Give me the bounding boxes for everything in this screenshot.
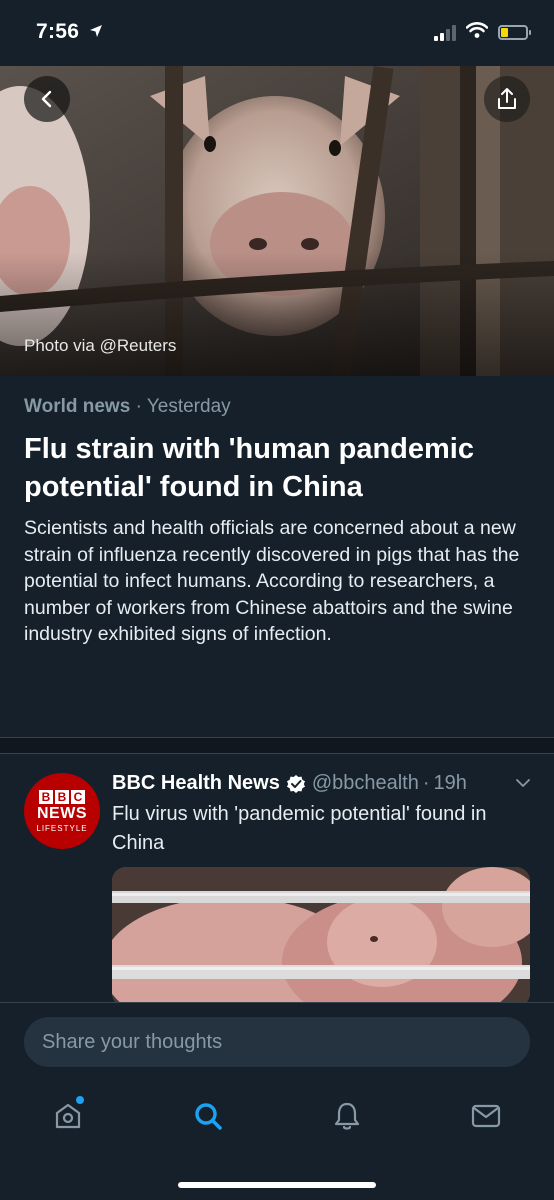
tweet-handle[interactable]: @bbchealth bbox=[312, 772, 419, 795]
avatar[interactable]: B B C NEWS LIFESTYLE bbox=[24, 773, 100, 849]
home-icon bbox=[55, 1103, 81, 1129]
avatar-lifestyle-text: LIFESTYLE bbox=[36, 823, 88, 833]
home-indicator bbox=[178, 1182, 376, 1188]
photo-credit: Photo via @Reuters bbox=[24, 336, 177, 355]
verified-badge-icon bbox=[286, 774, 306, 794]
composer-bar: Share your thoughts bbox=[0, 1002, 554, 1082]
tweet-header: BBC Health News @bbchealth · 19h bbox=[112, 772, 532, 795]
tweet-author-name[interactable]: BBC Health News bbox=[112, 772, 280, 795]
article-category[interactable]: World news bbox=[24, 396, 130, 417]
meta-separator: · bbox=[135, 396, 142, 417]
share-button[interactable] bbox=[484, 76, 530, 122]
bbc-letter: B bbox=[39, 789, 53, 804]
bbc-letter: C bbox=[71, 789, 85, 804]
tweet-time[interactable]: 19h bbox=[434, 772, 467, 795]
pigs-photo bbox=[112, 867, 530, 1004]
search-icon bbox=[195, 1103, 222, 1130]
tweet-separator: · bbox=[422, 772, 430, 794]
bbc-letter: B bbox=[55, 789, 69, 804]
tweet-card[interactable]: B B C NEWS LIFESTYLE BBC Health News @bb… bbox=[0, 754, 554, 1004]
status-bar: 7:56 bbox=[0, 0, 554, 66]
share-thoughts-input[interactable]: Share your thoughts bbox=[24, 1017, 530, 1067]
chevron-left-icon bbox=[41, 90, 52, 108]
tab-messages[interactable] bbox=[466, 1096, 506, 1136]
article-headline: Flu strain with 'human pandemic potentia… bbox=[24, 433, 474, 503]
tab-notifications[interactable] bbox=[327, 1096, 367, 1136]
share-icon bbox=[498, 88, 516, 109]
chevron-down-icon[interactable] bbox=[514, 774, 532, 798]
article-date: Yesterday bbox=[146, 396, 231, 417]
hero-image: Photo via @Reuters bbox=[0, 66, 554, 376]
status-time: 7:56 bbox=[36, 20, 103, 44]
moment-article: World news · Yesterday Flu strain with '… bbox=[0, 376, 554, 648]
battery-icon bbox=[498, 25, 531, 40]
tweet-text: Flu virus with 'pandemic potential' foun… bbox=[112, 803, 487, 854]
tab-search[interactable] bbox=[188, 1096, 228, 1136]
section-divider bbox=[0, 737, 554, 754]
avatar-news-text: NEWS bbox=[37, 804, 87, 822]
bbc-logo: B B C bbox=[39, 789, 85, 804]
status-indicators bbox=[434, 22, 531, 43]
pig-photo bbox=[0, 66, 554, 376]
article-summary: Scientists and health officials are conc… bbox=[24, 517, 520, 645]
notification-dot bbox=[76, 1096, 84, 1104]
status-time-text: 7:56 bbox=[36, 20, 80, 43]
back-button[interactable] bbox=[24, 76, 70, 122]
wifi-icon bbox=[465, 22, 489, 43]
tab-home[interactable] bbox=[48, 1096, 88, 1136]
article-meta: World news · Yesterday bbox=[24, 396, 530, 418]
bell-icon bbox=[334, 1102, 360, 1130]
tweet-media[interactable] bbox=[112, 867, 530, 1004]
tab-bar bbox=[0, 1082, 554, 1200]
location-arrow-icon bbox=[89, 24, 103, 42]
cellular-signal-icon bbox=[434, 24, 456, 41]
mail-icon bbox=[471, 1104, 501, 1128]
